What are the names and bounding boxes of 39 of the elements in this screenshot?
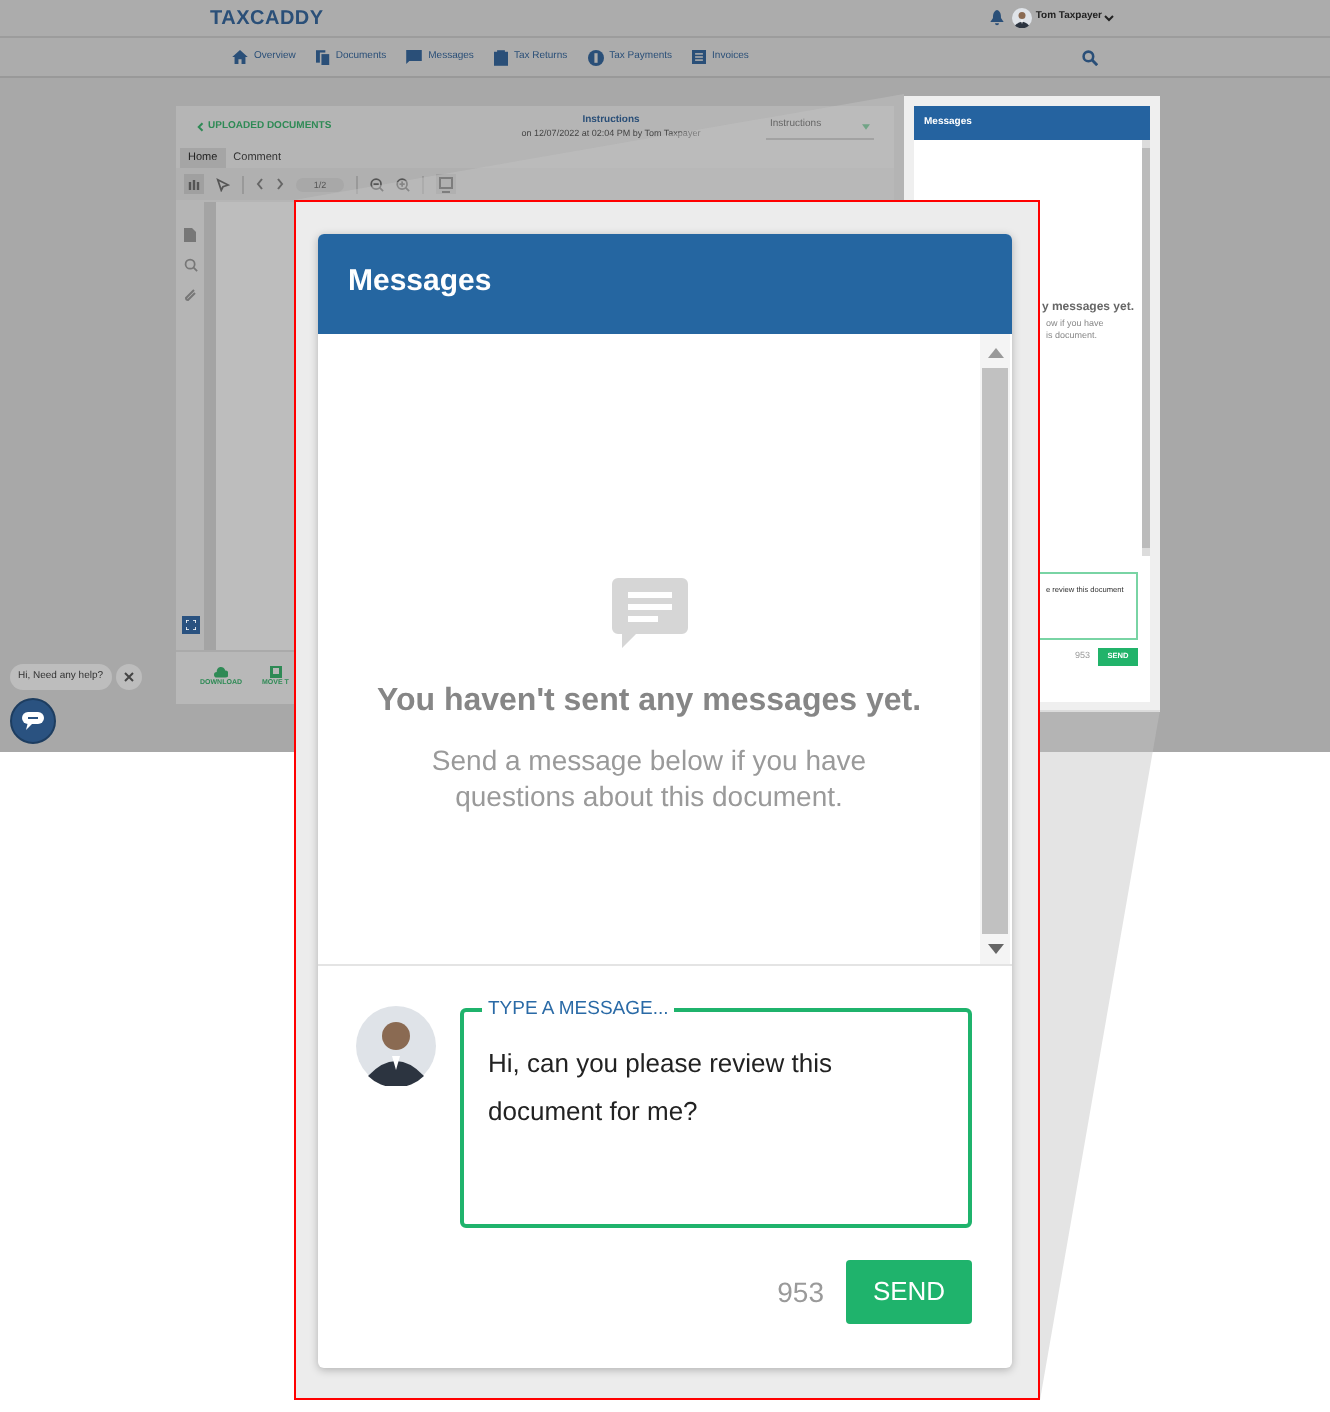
search-icon[interactable] — [183, 258, 197, 272]
card-header: Messages — [318, 234, 1012, 334]
empty-title: You haven't sent any messages yet. — [376, 682, 922, 722]
pointer-tool-icon[interactable] — [216, 177, 230, 191]
expand-icon[interactable] — [185, 620, 195, 630]
send-button[interactable]: SEND — [846, 1260, 972, 1324]
previous-page-icon[interactable] — [256, 178, 264, 190]
scroll-up-icon[interactable] — [987, 348, 1003, 358]
message-icon — [611, 578, 687, 650]
next-page-icon[interactable] — [276, 178, 284, 190]
chat-bubble-icon[interactable] — [406, 50, 423, 64]
documents-icon[interactable] — [315, 49, 330, 65]
empty-text: Send a message below if you have questions about this document. — [429, 742, 869, 814]
chat-button[interactable] — [10, 698, 56, 744]
field-label: TYPE A MESSAGE... — [482, 998, 675, 1020]
user-avatar — [1011, 8, 1032, 28]
paperclip-icon[interactable] — [184, 288, 196, 302]
zoom-out-icon[interactable] — [370, 177, 384, 191]
scrollbar[interactable] — [1142, 140, 1150, 556]
folder-box-icon — [269, 666, 282, 679]
character-counter: 953 — [777, 1273, 824, 1311]
back-chevron-icon[interactable] — [196, 122, 204, 132]
user-avatar — [356, 1006, 436, 1086]
search-icon[interactable] — [1082, 49, 1098, 65]
scrollbar[interactable] — [980, 334, 1010, 964]
chat-bubble-icon[interactable] — [22, 712, 44, 730]
zoom-in-icon[interactable] — [396, 177, 410, 191]
logo[interactable]: TAXCADDY — [210, 3, 324, 33]
bell-icon[interactable] — [989, 10, 1004, 26]
home-icon[interactable] — [232, 50, 248, 64]
scroll-down-icon[interactable] — [987, 944, 1003, 954]
list-icon[interactable] — [692, 50, 707, 64]
close-icon[interactable] — [123, 672, 134, 682]
fullscreen-button[interactable] — [181, 616, 199, 634]
close-button[interactable] — [115, 664, 142, 690]
caret-icon[interactable] — [1104, 14, 1114, 22]
scrollbar-thumb[interactable] — [982, 368, 1008, 934]
cloud-icon — [214, 666, 228, 679]
page-icon[interactable] — [184, 228, 196, 242]
